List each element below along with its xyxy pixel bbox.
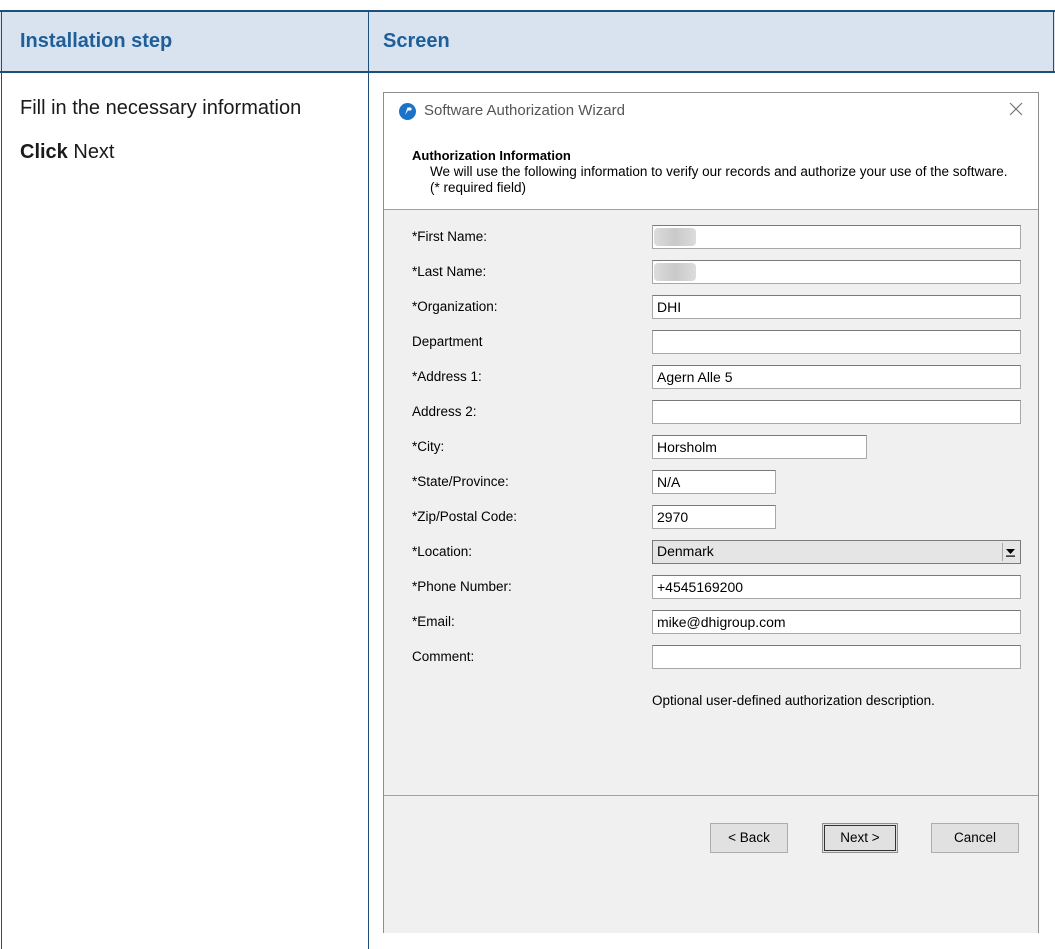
step-instructions: Fill in the necessary information Click … [20,92,350,168]
state-label: *State/Province: [412,474,509,489]
last-name-label: *Last Name: [412,264,487,279]
phone-label: *Phone Number: [412,579,512,594]
address2-field[interactable] [652,400,1021,424]
department-label: Department [412,334,483,349]
cancel-button[interactable]: Cancel [931,823,1019,853]
wizard-app-icon [399,103,416,120]
section-description: We will use the following information to… [430,164,1008,195]
department-field[interactable] [652,330,1021,354]
first-name-redacted [654,228,696,246]
last-name-field[interactable] [652,260,1021,284]
email-field[interactable] [652,610,1021,634]
click-target: Next [67,141,115,163]
address2-label: Address 2: [412,404,477,419]
section-header: Authorization Information We will use th… [384,129,1038,210]
zip-field[interactable] [652,505,776,529]
location-selected-value: Denmark [657,543,714,559]
location-label: *Location: [412,544,473,559]
organization-label: *Organization: [412,299,498,314]
comment-label: Comment: [412,649,475,664]
table-border-left [1,10,2,949]
zip-label: *Zip/Postal Code: [412,509,518,524]
comment-field[interactable] [652,645,1021,669]
chevron-down-icon[interactable] [1002,543,1018,561]
address1-label: *Address 1: [412,369,482,384]
section-title: Authorization Information [412,148,571,163]
table-border-right [1053,10,1054,73]
table-header-row: Installation step Screen [0,10,1055,73]
step-line-click: Click Next [20,136,350,168]
header-installation-step: Installation step [20,30,173,52]
first-name-label: *First Name: [412,229,488,244]
table-border-middle [368,10,369,949]
close-icon[interactable] [1006,99,1026,119]
city-label: *City: [412,439,445,454]
dialog-footer: < Back Next > Cancel [384,795,1038,933]
click-keyword: Click [20,141,68,163]
email-label: *Email: [412,614,455,629]
instruction-table: Installation step Screen Fill in the nec… [0,0,1055,949]
comment-hint: Optional user-defined authorization desc… [652,693,935,708]
header-screen: Screen [383,30,450,52]
organization-field[interactable] [652,295,1021,319]
dialog-title: Software Authorization Wizard [424,102,625,119]
address1-field[interactable] [652,365,1021,389]
state-field[interactable] [652,470,776,494]
authorization-dialog: Software Authorization Wizard Authorizat… [383,92,1039,933]
phone-field[interactable] [652,575,1021,599]
last-name-redacted [654,263,696,281]
step-line-fill: Fill in the necessary information [20,97,302,119]
first-name-field[interactable] [652,225,1021,249]
location-select[interactable]: Denmark [652,540,1021,564]
city-field[interactable] [652,435,867,459]
back-button[interactable]: < Back [710,823,788,853]
form-area: *First Name: *Last Name: *Organization: … [384,210,1038,795]
next-button[interactable]: Next > [822,823,898,853]
dialog-titlebar: Software Authorization Wizard [384,93,1038,129]
